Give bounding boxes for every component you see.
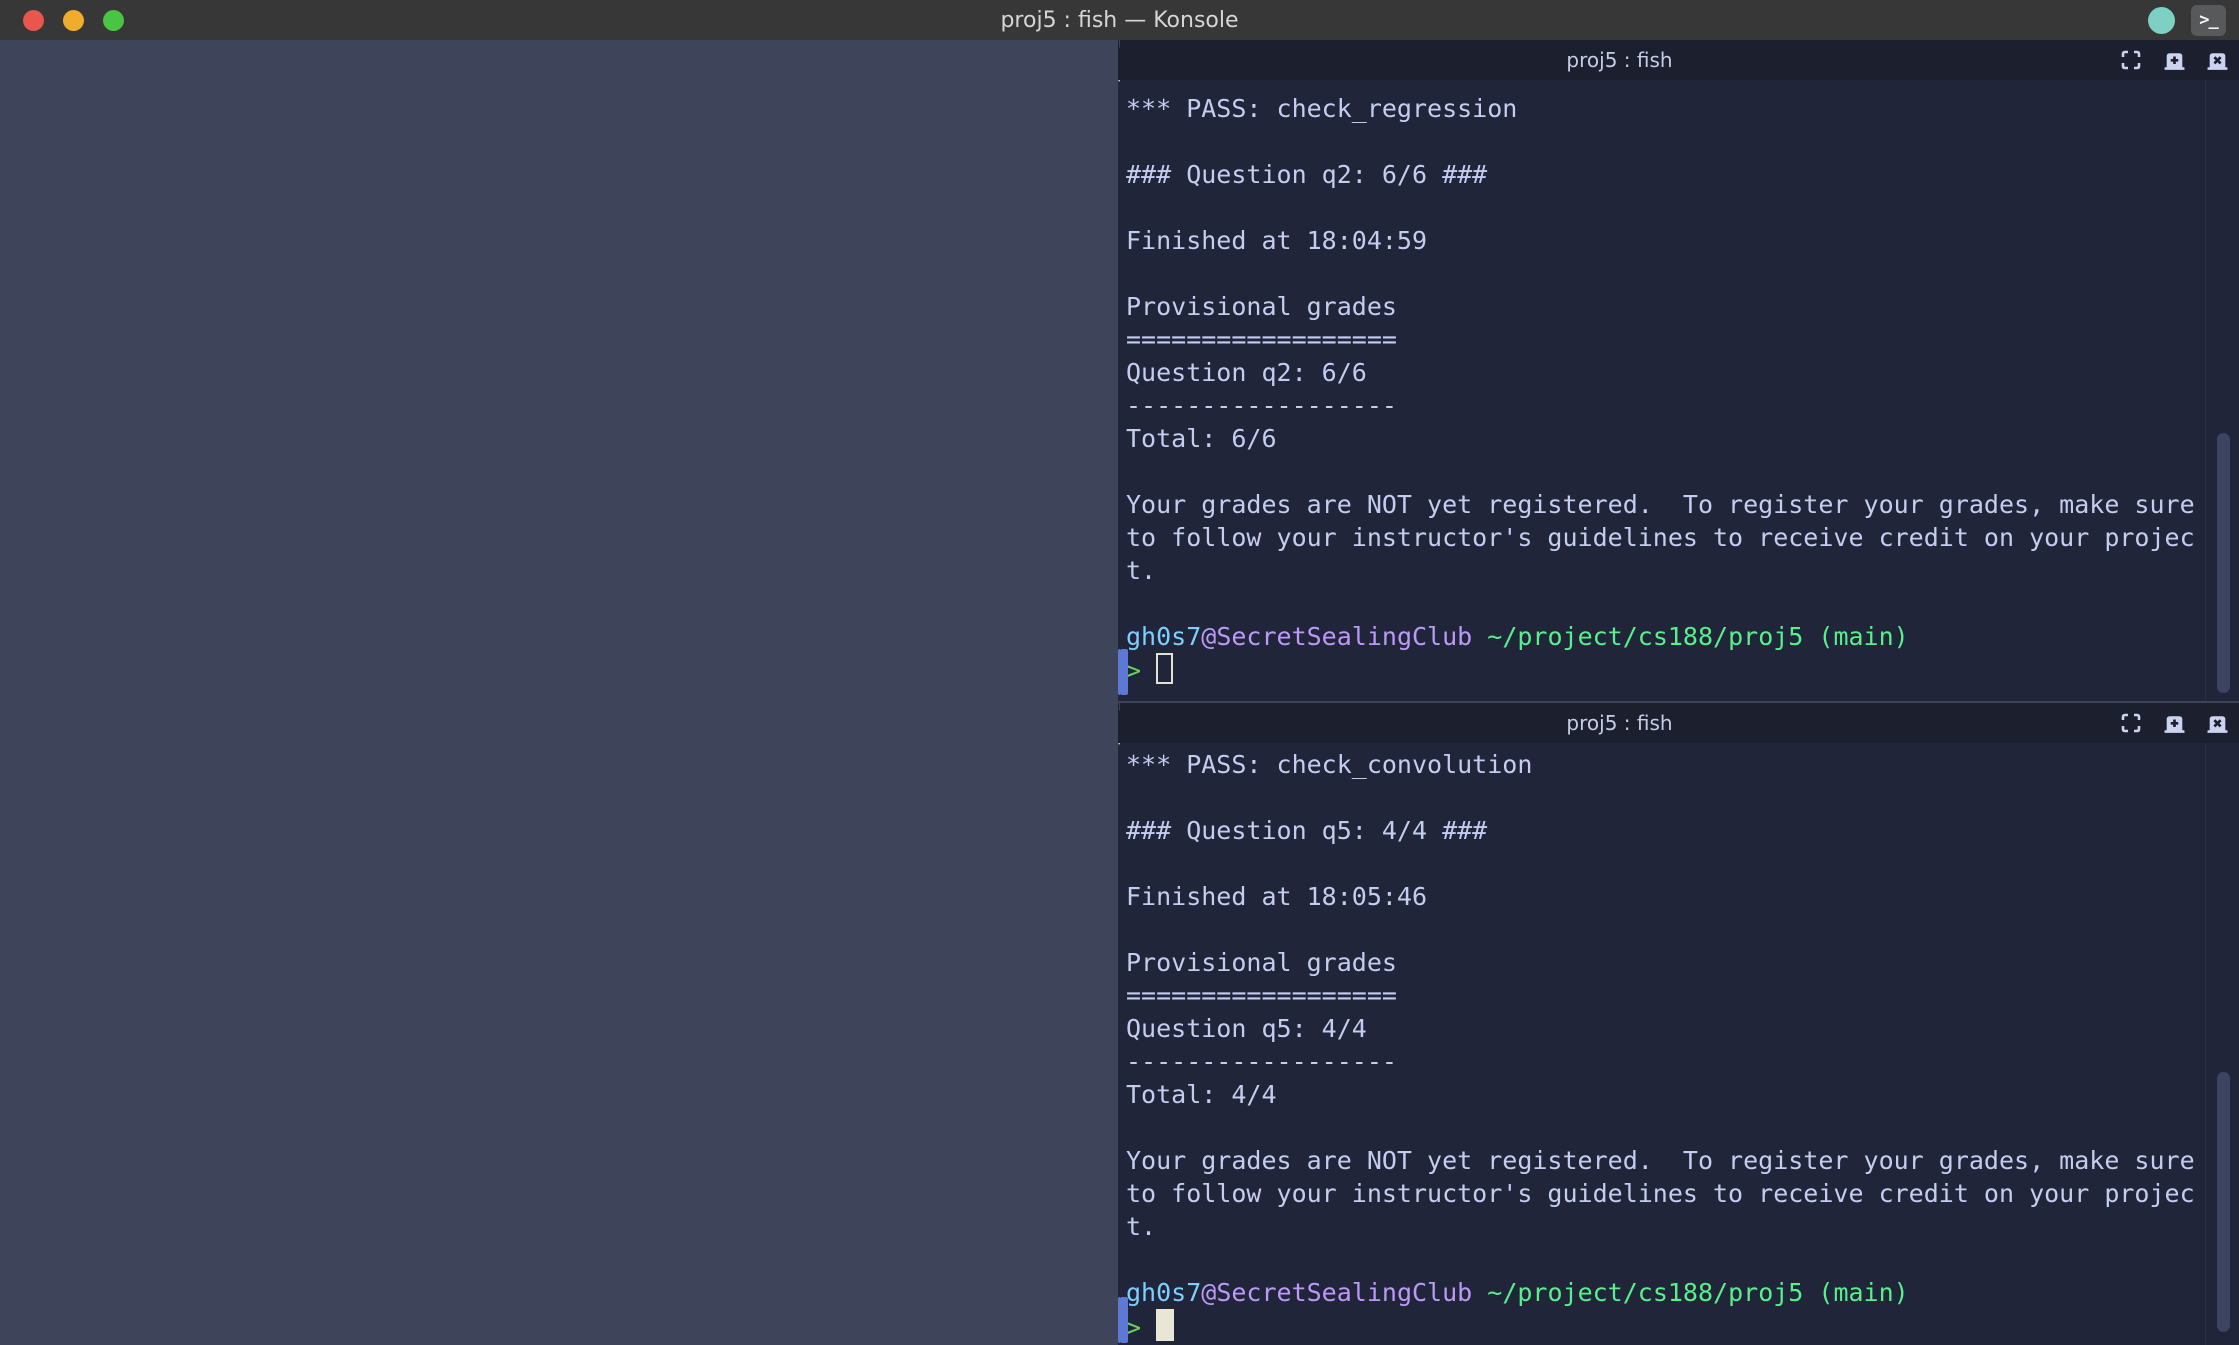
terminal-line: *** PASS: check_convolution bbox=[1126, 748, 2199, 781]
konsole-window: proj5 : fish — Konsole >_ proj5 : fish bbox=[0, 0, 2239, 1345]
pane-divider-vertical[interactable] bbox=[0, 40, 1118, 701]
terminal-line bbox=[1126, 781, 2199, 814]
status-dot-icon bbox=[2148, 7, 2175, 34]
prompt-host: SecretSealingClub bbox=[1216, 622, 1472, 651]
terminal-line: Total: 4/4 bbox=[1126, 1078, 2199, 1111]
prompt-user: gh0s7 bbox=[1126, 622, 1201, 651]
terminal-line: Finished at 18:04:59 bbox=[1126, 224, 2199, 257]
terminal-line: Question q2: 6/6 bbox=[1126, 356, 2199, 389]
prompt-at: @ bbox=[1201, 1278, 1216, 1307]
maximize-pane-icon[interactable] bbox=[2118, 710, 2144, 736]
terminal-line: ### Question q5: 4/4 ### bbox=[1126, 814, 2199, 847]
pane-header-icons bbox=[2118, 710, 2239, 736]
prompt-position-marker bbox=[1120, 649, 1128, 695]
prompt-position-marker bbox=[1120, 1297, 1128, 1343]
pane-grid: proj5 : fish bbox=[0, 40, 2239, 1345]
konsole-app-icon: >_ bbox=[2191, 5, 2226, 36]
terminal-line: Provisional grades bbox=[1126, 290, 2199, 323]
terminal-line: Finished at 18:05:46 bbox=[1126, 880, 2199, 913]
split-new-window-icon[interactable] bbox=[2161, 47, 2187, 73]
terminal-line: t. bbox=[1126, 1210, 2199, 1243]
terminal-line bbox=[1126, 913, 2199, 946]
window-titlebar[interactable]: proj5 : fish — Konsole >_ bbox=[0, 0, 2239, 40]
pane-header[interactable]: proj5 : fish bbox=[1120, 40, 2239, 80]
terminal-line bbox=[1126, 587, 2199, 620]
prompt-host: SecretSealingClub bbox=[1216, 1278, 1472, 1307]
terminal-line: Your grades are NOT yet registered. To r… bbox=[1126, 488, 2199, 521]
prompt-char: > bbox=[1126, 1313, 1156, 1342]
terminal-line bbox=[1126, 1111, 2199, 1144]
input-line: > bbox=[1126, 1309, 2199, 1342]
terminal-line: ------------------ bbox=[1126, 389, 2199, 422]
terminal-line: to follow your instructor's guidelines t… bbox=[1126, 1177, 2199, 1210]
maximize-pane-icon[interactable] bbox=[2118, 47, 2144, 73]
prompt-path: ~/project/cs188/proj5 bbox=[1487, 622, 1803, 651]
prompt-path: ~/project/cs188/proj5 bbox=[1487, 1278, 1803, 1307]
pane-title: proj5 : fish bbox=[1120, 48, 2119, 72]
prompt-at: @ bbox=[1201, 622, 1216, 651]
pane-title: proj5 : fish bbox=[1120, 711, 2119, 735]
terminal-cursor bbox=[1156, 1309, 1174, 1341]
terminal-pane-bottom-right[interactable]: proj5 : fish bbox=[1120, 703, 2239, 1345]
terminal-pane-top-right[interactable]: proj5 : fish bbox=[1120, 40, 2239, 701]
split-new-window-icon[interactable] bbox=[2161, 710, 2187, 736]
prompt-git-branch: (main) bbox=[1818, 1278, 1908, 1307]
scrollbar-thumb[interactable] bbox=[2217, 1072, 2230, 1332]
terminal-line bbox=[1126, 847, 2199, 880]
prompt-line: gh0s7@SecretSealingClub ~/project/cs188/… bbox=[1126, 1276, 2199, 1309]
minimize-window-button[interactable] bbox=[63, 10, 84, 31]
terminal-line: t. bbox=[1126, 554, 2199, 587]
scrollbar[interactable] bbox=[2205, 743, 2239, 1345]
terminal-line: Provisional grades bbox=[1126, 946, 2199, 979]
terminal-line: Your grades are NOT yet registered. To r… bbox=[1126, 1144, 2199, 1177]
pane-header-icons bbox=[2118, 47, 2239, 73]
terminal-line: ================== bbox=[1126, 323, 2199, 356]
titlebar-right: >_ bbox=[2148, 5, 2239, 36]
prompt-line: gh0s7@SecretSealingClub ~/project/cs188/… bbox=[1126, 620, 2199, 653]
window-title: proj5 : fish — Konsole bbox=[0, 8, 2239, 33]
terminal-line bbox=[1126, 125, 2199, 158]
terminal-line: ================== bbox=[1126, 979, 2199, 1012]
terminal-cursor bbox=[1156, 653, 1173, 684]
input-line: > bbox=[1126, 653, 2199, 686]
terminal-line: to follow your instructor's guidelines t… bbox=[1126, 521, 2199, 554]
terminal-line bbox=[1126, 1243, 2199, 1276]
prompt-git-branch: (main) bbox=[1818, 622, 1908, 651]
terminal-line bbox=[1126, 191, 2199, 224]
close-pane-icon[interactable] bbox=[2204, 710, 2230, 736]
terminal-line: ### Question q2: 6/6 ### bbox=[1126, 158, 2199, 191]
terminal-line bbox=[1126, 257, 2199, 290]
terminal-line: ------------------ bbox=[1126, 1045, 2199, 1078]
scrollbar[interactable] bbox=[2205, 80, 2239, 701]
prompt-user: gh0s7 bbox=[1126, 1278, 1201, 1307]
traffic-lights bbox=[0, 10, 124, 31]
pane-divider-vertical[interactable] bbox=[0, 703, 1118, 1345]
zoom-window-button[interactable] bbox=[103, 10, 124, 31]
scrollbar-thumb[interactable] bbox=[2217, 433, 2230, 693]
terminal-output[interactable]: *** PASS: check_regression ### Question … bbox=[1120, 80, 2239, 686]
close-pane-icon[interactable] bbox=[2204, 47, 2230, 73]
terminal-line: Total: 6/6 bbox=[1126, 422, 2199, 455]
terminal-line: Question q5: 4/4 bbox=[1126, 1012, 2199, 1045]
close-window-button[interactable] bbox=[23, 10, 44, 31]
prompt-char: > bbox=[1126, 656, 1156, 685]
pane-header[interactable]: proj5 : fish bbox=[1120, 703, 2239, 743]
terminal-output[interactable]: *** PASS: check_convolution ### Question… bbox=[1120, 743, 2239, 1342]
terminal-line bbox=[1126, 455, 2199, 488]
terminal-line: *** PASS: check_regression bbox=[1126, 92, 2199, 125]
